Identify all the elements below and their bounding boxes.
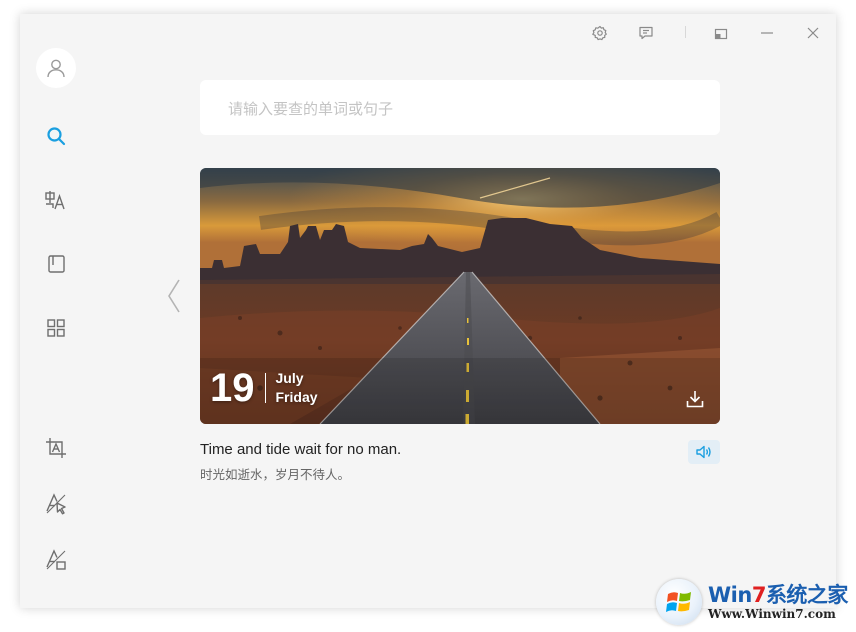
book-icon (48, 255, 65, 273)
daily-card[interactable]: 19 July Friday (200, 168, 720, 424)
nav-wordbook[interactable] (36, 244, 76, 284)
message-square-icon[interactable] (634, 22, 658, 44)
quote-chinese: 时光如逝水，岁月不待人。 (200, 467, 351, 482)
gear-icon[interactable] (588, 22, 612, 44)
speaker-icon (696, 445, 711, 459)
nav-search[interactable] (36, 116, 76, 156)
nav-pointer-translate[interactable] (36, 484, 76, 524)
watermark: Win7系统之家 Www.Winwin7.com (656, 576, 856, 628)
watermark-url: Www.Winwin7.com (708, 606, 836, 621)
chevron-left-icon (168, 279, 180, 313)
download-icon (686, 391, 704, 408)
titlebar-divider (685, 26, 686, 38)
minimize-icon[interactable] (755, 22, 779, 44)
previous-card-button[interactable] (162, 276, 186, 316)
date-month: July (275, 370, 304, 386)
date-weekday: Friday (275, 389, 318, 405)
watermark-brand: Win7系统之家 (708, 582, 848, 607)
date-text: July Friday (276, 369, 318, 407)
nav-screenshot-translate[interactable] (36, 428, 76, 468)
windows-logo-icon (656, 579, 702, 625)
search-icon (47, 127, 66, 146)
search-box (200, 80, 720, 137)
app-window: 19 July Friday Time and tide wait for no… (20, 14, 836, 608)
date-block: 19 July Friday (210, 364, 318, 412)
sidebar (20, 14, 92, 608)
date-day: 19 (210, 366, 255, 410)
date-separator (264, 373, 266, 403)
pronounce-button[interactable] (688, 440, 720, 464)
pointer-translate-icon (46, 493, 66, 515)
translate-icon (45, 191, 65, 210)
grid-icon (47, 319, 65, 337)
quote-english: Time and tide wait for no man. (200, 441, 402, 458)
nav-translate[interactable] (36, 180, 76, 220)
search-input[interactable] (226, 80, 700, 137)
user-avatar[interactable] (36, 48, 76, 88)
nav-disable-translate[interactable] (36, 540, 76, 580)
screenshot-text-icon (46, 438, 66, 458)
download-button[interactable] (684, 388, 706, 410)
user-icon (47, 59, 65, 78)
nav-apps[interactable] (36, 308, 76, 348)
window-restore-icon[interactable] (709, 22, 733, 44)
close-icon[interactable] (801, 22, 825, 44)
disable-translate-icon (46, 549, 66, 570)
